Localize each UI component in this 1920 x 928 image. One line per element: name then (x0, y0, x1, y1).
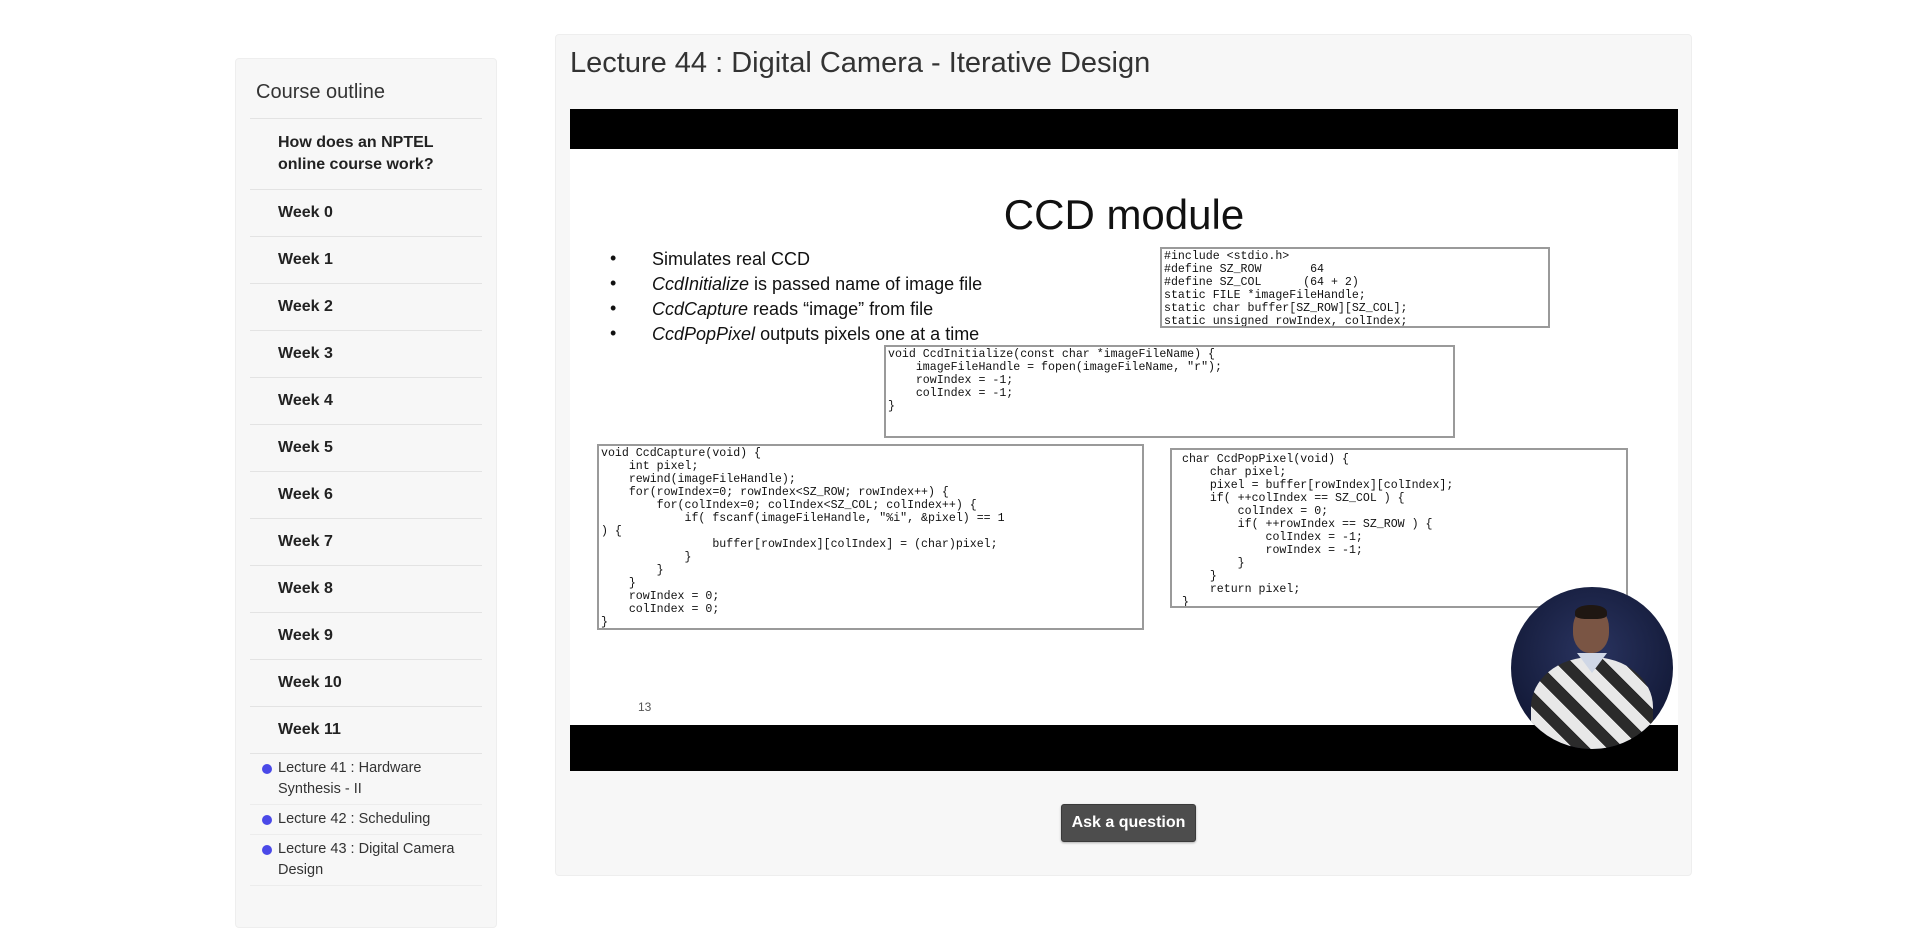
code-box-header: #include <stdio.h> #define SZ_ROW 64 #de… (1160, 247, 1550, 328)
outline-item-label: Week 8 (278, 580, 333, 597)
slide-number: 13 (638, 700, 652, 714)
outline-item-week-7[interactable]: Week 7 (250, 519, 482, 566)
lecture-item-label: Lecture 41 : Hardware Synthesis - II (278, 760, 422, 797)
outline-item-label: Week 3 (278, 345, 333, 362)
outline-item-week-11[interactable]: Week 11 (250, 707, 482, 754)
outline-item-how-course-works[interactable]: How does an NPTEL online course work? (250, 119, 482, 190)
outline-item-label: Week 2 (278, 298, 333, 315)
outline-item-label: How does an NPTEL online course work? (278, 134, 434, 173)
outline-item-week-6[interactable]: Week 6 (250, 472, 482, 519)
outline-item-label: Week 6 (278, 486, 333, 503)
outline-item-week-1[interactable]: Week 1 (250, 237, 482, 284)
status-dot-icon (262, 815, 272, 825)
outline-item-label: Week 7 (278, 533, 333, 550)
slide-bullets: Simulates real CCD CcdInitialize is pass… (610, 248, 982, 349)
slide-title: CCD module (1003, 191, 1245, 238)
outline-item-week-3[interactable]: Week 3 (250, 331, 482, 378)
outline-item-week-2[interactable]: Week 2 (250, 284, 482, 331)
page-title: Lecture 44 : Digital Camera - Iterative … (570, 47, 1151, 79)
lecture-item-41[interactable]: Lecture 41 : Hardware Synthesis - II (250, 754, 482, 805)
slide-bullet: CcdInitialize is passed name of image fi… (610, 273, 982, 299)
course-outline-sidebar: Course outline How does an NPTEL online … (235, 58, 497, 928)
outline-item-week-4[interactable]: Week 4 (250, 378, 482, 425)
status-dot-icon (262, 845, 272, 855)
code-box-ccd-capture: void CcdCapture(void) { int pixel; rewin… (597, 444, 1144, 630)
video-player[interactable]: CCD module Simulates real CCD CcdInitial… (570, 109, 1678, 771)
video-frame-slide: CCD module Simulates real CCD CcdInitial… (570, 149, 1678, 725)
lecture-item-42[interactable]: Lecture 42 : Scheduling (250, 805, 482, 835)
outline-item-label: Week 10 (278, 674, 342, 691)
outline-item-week-0[interactable]: Week 0 (250, 190, 482, 237)
outline-item-label: Week 5 (278, 439, 333, 456)
code-box-ccd-initialize: void CcdInitialize(const char *imageFile… (884, 345, 1455, 438)
status-dot-icon (262, 764, 272, 774)
outline-item-week-8[interactable]: Week 8 (250, 566, 482, 613)
lecture-item-label: Lecture 43 : Digital Camera Design (278, 841, 455, 878)
outline-item-week-10[interactable]: Week 10 (250, 660, 482, 707)
outline-item-label: Week 1 (278, 251, 333, 268)
outline-item-label: Week 11 (278, 721, 341, 738)
ask-question-button[interactable]: Ask a question (1061, 804, 1196, 842)
outline-item-label: Week 4 (278, 392, 333, 409)
course-outline-title: Course outline (250, 59, 482, 119)
slide-bullet: Simulates real CCD (610, 248, 982, 274)
presenter-video-inset (1511, 587, 1673, 749)
lecture-item-label: Lecture 42 : Scheduling (278, 811, 431, 827)
lecture-item-43[interactable]: Lecture 43 : Digital Camera Design (250, 835, 482, 886)
course-outline-list: How does an NPTEL online course work? We… (236, 119, 496, 754)
week-11-lecture-list: Lecture 41 : Hardware Synthesis - II Lec… (236, 754, 496, 886)
outline-item-week-5[interactable]: Week 5 (250, 425, 482, 472)
outline-item-week-9[interactable]: Week 9 (250, 613, 482, 660)
lecture-panel: Lecture 44 : Digital Camera - Iterative … (555, 34, 1692, 876)
outline-item-label: Week 0 (278, 204, 333, 221)
outline-item-label: Week 9 (278, 627, 333, 644)
slide-bullet: CcdCapture reads “image” from file (610, 298, 982, 324)
presenter-hair (1575, 605, 1607, 619)
code-box-ccd-pop-pixel: char CcdPopPixel(void) { char pixel; pix… (1170, 448, 1628, 608)
